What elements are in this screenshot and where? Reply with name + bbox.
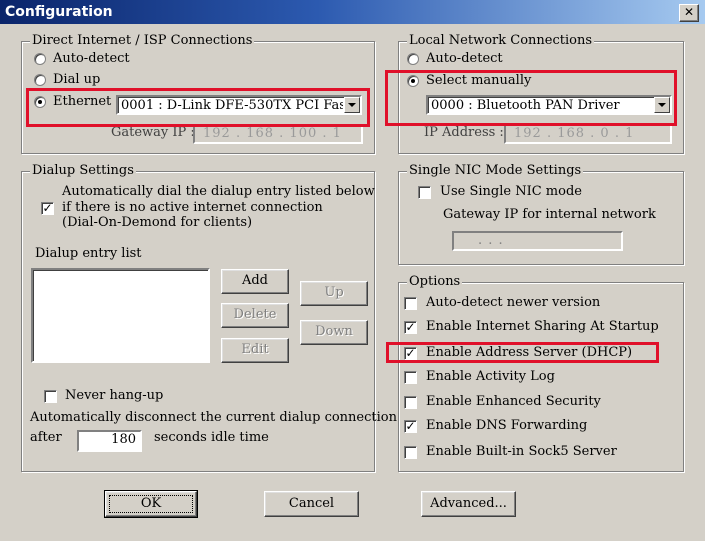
add-button[interactable]: Add <box>221 269 289 294</box>
option-label-enhanced-security: Enable Enhanced Security <box>426 394 601 409</box>
isp-auto-detect-radio[interactable] <box>34 53 46 65</box>
never-hangup-label: Never hang-up <box>65 388 164 403</box>
window-title: Configuration <box>5 4 113 20</box>
isp-dial-up-label: Dial up <box>53 72 101 87</box>
advanced-button[interactable]: Advanced... <box>421 491 516 517</box>
isp-auto-detect-label: Auto-detect <box>53 51 130 66</box>
lan-auto-detect-radio[interactable] <box>407 53 419 65</box>
auto-disconnect-label: Automatically disconnect the current dia… <box>30 410 397 425</box>
option-label-internet-sharing: Enable Internet Sharing At Startup <box>426 319 659 334</box>
option-checkbox-auto-detect-version[interactable] <box>404 297 417 310</box>
dialup-entry-list-label: Dialup entry list <box>35 246 142 261</box>
options-legend: Options <box>407 274 463 290</box>
option-label-dns-forwarding: Enable DNS Forwarding <box>426 418 588 433</box>
ok-button[interactable]: OK <box>104 490 198 518</box>
lan-ip-label: IP Address : <box>424 125 504 140</box>
seconds-idle-label: seconds idle time <box>154 430 269 445</box>
single-nic-label: Use Single NIC mode <box>440 184 582 199</box>
option-checkbox-internet-sharing[interactable]: ✓ <box>404 321 417 334</box>
cancel-button[interactable]: Cancel <box>264 491 359 517</box>
isp-ethernet-highlight <box>26 88 370 127</box>
title-bar: Configuration ✕ <box>0 0 705 24</box>
lan-adapter-highlight <box>385 70 677 126</box>
isp-connections-legend: Direct Internet / ISP Connections <box>30 33 255 49</box>
option-label-sock5: Enable Built-in Sock5 Server <box>426 444 617 459</box>
ok-label: OK <box>140 496 162 511</box>
dialup-entry-list[interactable] <box>31 268 210 363</box>
single-nic-legend: Single NIC Mode Settings <box>407 163 584 179</box>
option-label-activity-log: Enable Activity Log <box>426 369 555 384</box>
single-nic-gateway-label: Gateway IP for internal network <box>443 207 656 222</box>
idle-seconds-input[interactable]: 180 <box>77 430 142 452</box>
close-icon[interactable]: ✕ <box>679 4 699 22</box>
dialup-settings-legend: Dialup Settings <box>30 163 136 179</box>
single-nic-checkbox[interactable] <box>418 186 431 199</box>
lan-auto-detect-label: Auto-detect <box>426 51 503 66</box>
option-checkbox-activity-log[interactable] <box>404 371 417 384</box>
lan-connections-legend: Local Network Connections <box>407 33 594 49</box>
auto-dial-checkbox[interactable]: ✓ <box>41 202 54 215</box>
auto-dial-label: Automatically dial the dialup entry list… <box>62 184 375 230</box>
delete-button[interactable]: Delete <box>221 303 289 328</box>
option-checkbox-sock5[interactable] <box>404 446 417 459</box>
lan-ip-field[interactable]: 192 . 168 . 0 . 1 <box>504 124 672 144</box>
up-button[interactable]: Up <box>300 281 368 306</box>
after-label: after <box>30 430 62 445</box>
isp-gateway-ip-field[interactable]: 192 . 168 . 100 . 1 <box>193 124 363 144</box>
down-button[interactable]: Down <box>300 320 368 345</box>
single-nic-gateway-field[interactable]: . . . <box>452 231 623 251</box>
option-checkbox-enhanced-security[interactable] <box>404 396 417 409</box>
never-hangup-checkbox[interactable] <box>44 390 57 403</box>
dhcp-highlight <box>386 342 659 363</box>
edit-button[interactable]: Edit <box>221 338 289 363</box>
option-label-auto-detect-version: Auto-detect newer version <box>426 295 601 310</box>
isp-dial-up-radio[interactable] <box>34 74 46 86</box>
isp-gateway-label: Gateway IP : <box>111 125 195 140</box>
option-checkbox-dns-forwarding[interactable]: ✓ <box>404 420 417 433</box>
